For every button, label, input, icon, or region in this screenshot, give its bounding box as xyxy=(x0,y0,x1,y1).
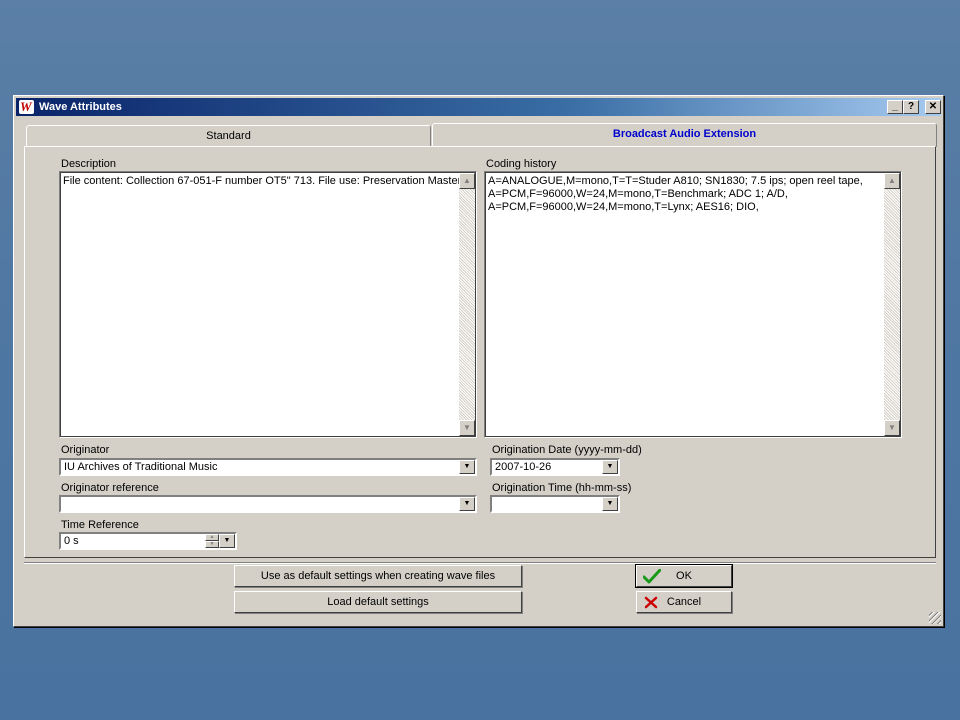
origination-date-label: Origination Date (yyyy-mm-dd) xyxy=(492,444,642,456)
origination-date-value: 2007-10-26 xyxy=(495,461,552,473)
origination-date-combo[interactable]: 2007-10-26 ▼ xyxy=(490,458,620,476)
checkmark-icon xyxy=(643,569,661,584)
origination-time-label: Origination Time (hh-mm-ss) xyxy=(492,482,632,494)
originator-reference-combo[interactable]: ▼ xyxy=(59,495,477,513)
description-textarea[interactable]: File content: Collection 67-051-F number… xyxy=(59,171,477,438)
coding-history-textarea[interactable]: A=ANALOGUE,M=mono,T=T=Studer A810; SN183… xyxy=(484,171,902,438)
ok-button[interactable]: OK xyxy=(635,564,733,588)
description-scrollbar[interactable]: ▲ ▼ xyxy=(459,173,475,436)
time-reference-value: 0 s xyxy=(64,535,79,547)
scroll-down-icon[interactable]: ▼ xyxy=(884,420,900,436)
originator-combo[interactable]: IU Archives of Traditional Music ▼ xyxy=(59,458,477,476)
originator-label: Originator xyxy=(61,444,110,456)
resize-grip-icon[interactable] xyxy=(929,612,941,624)
coding-history-label: Coding history xyxy=(486,158,557,170)
help-button[interactable]: ? xyxy=(903,100,919,114)
time-reference-label: Time Reference xyxy=(61,519,139,531)
scroll-up-icon[interactable]: ▲ xyxy=(459,173,475,189)
tab-panel: Description File content: Collection 67-… xyxy=(24,146,936,558)
scroll-down-icon[interactable]: ▼ xyxy=(459,420,475,436)
spin-down-icon[interactable]: ▼ xyxy=(205,541,219,548)
coding-history-line: A=PCM,F=96000,W=24,M=mono,T=Lynx; AES16;… xyxy=(488,201,759,213)
wave-attributes-dialog: W Wave Attributes _ ? ✕ Standard Broadca… xyxy=(13,95,944,627)
scroll-up-icon[interactable]: ▲ xyxy=(884,173,900,189)
chevron-down-icon[interactable]: ▼ xyxy=(459,460,475,474)
chevron-down-icon[interactable]: ▼ xyxy=(459,497,475,511)
spin-up-icon[interactable]: ▲ xyxy=(205,534,219,541)
tab-broadcast-audio-extension[interactable]: Broadcast Audio Extension xyxy=(432,123,937,147)
origination-time-combo[interactable]: ▼ xyxy=(490,495,620,513)
originator-value: IU Archives of Traditional Music xyxy=(64,461,218,473)
chevron-down-icon[interactable]: ▼ xyxy=(602,497,618,511)
title-bar[interactable]: W Wave Attributes _ ? ✕ xyxy=(16,98,941,116)
coding-history-line: A=PCM,F=96000,W=24,M=mono,T=Benchmark; A… xyxy=(488,188,788,200)
minimize-button[interactable]: _ xyxy=(887,100,903,114)
separator xyxy=(24,562,936,564)
chevron-down-icon[interactable]: ▼ xyxy=(602,460,618,474)
chevron-down-icon[interactable]: ▼ xyxy=(219,534,235,548)
originator-reference-label: Originator reference xyxy=(61,482,159,494)
coding-history-line: A=ANALOGUE,M=mono,T=T=Studer A810; SN183… xyxy=(488,175,863,187)
time-reference-field[interactable]: 0 s ▲ ▼ ▼ xyxy=(59,532,237,550)
cancel-button[interactable]: Cancel xyxy=(636,591,732,613)
tab-standard[interactable]: Standard xyxy=(26,125,431,147)
load-default-settings-button[interactable]: Load default settings xyxy=(234,591,522,613)
window-title: Wave Attributes xyxy=(39,101,122,113)
close-button[interactable]: ✕ xyxy=(925,100,941,114)
cancel-label: Cancel xyxy=(666,596,702,608)
app-logo-icon: W xyxy=(19,100,34,114)
use-as-default-button[interactable]: Use as default settings when creating wa… xyxy=(234,565,522,587)
coding-history-scrollbar[interactable]: ▲ ▼ xyxy=(884,173,900,436)
description-text: File content: Collection 67-051-F number… xyxy=(63,175,459,187)
cancel-x-icon xyxy=(644,596,658,609)
ok-label: OK xyxy=(676,570,692,582)
description-label: Description xyxy=(61,158,117,170)
